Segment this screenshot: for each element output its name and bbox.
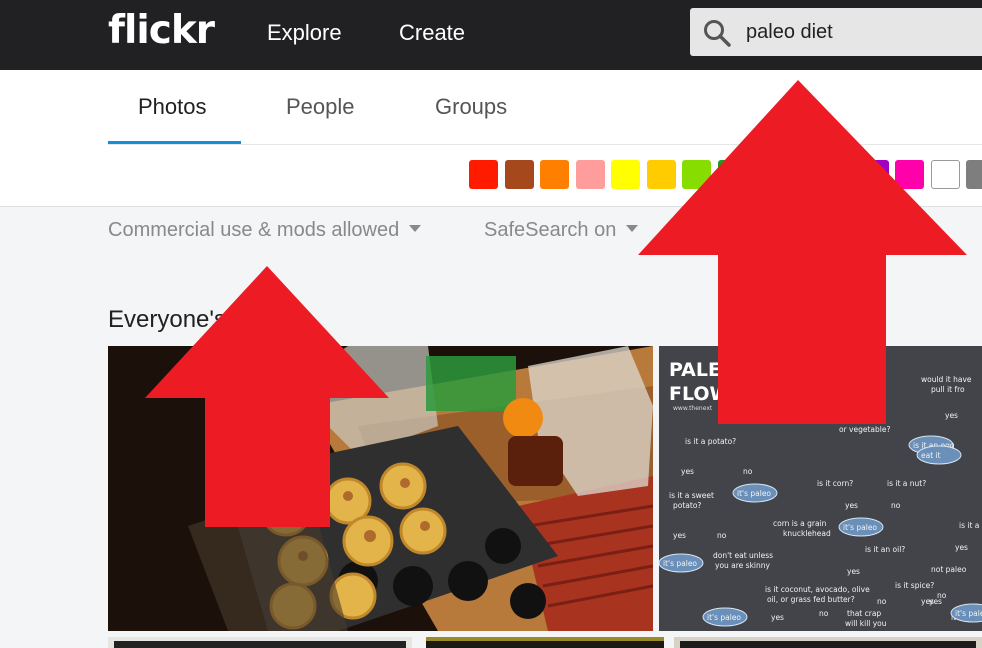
flowchart-node-5: no [743,467,753,476]
flowchart-node-38: will kill you [845,619,887,628]
tab-people[interactable]: People [286,94,355,120]
safesearch-dropdown[interactable]: SafeSearch on [484,219,639,242]
flowchart-node-2: or vegetable? [839,425,890,434]
flowchart-node-24: it's paleo [663,559,697,568]
flowchart-node-31: is it spice? [895,581,934,590]
flowchart-node-19: yes [673,531,686,540]
license-filter-label: Commercial use & mods allowed [108,219,400,241]
red-arrow-right [638,80,967,424]
color-swatch-14[interactable] [966,160,982,189]
nav-explore[interactable]: Explore [267,20,342,46]
flowchart-node-14: no [891,501,901,510]
color-swatch-0[interactable] [469,160,498,189]
flowchart-node-3: is it a potato? [685,437,736,446]
tab-photos[interactable]: Photos [138,94,207,120]
color-swatch-4[interactable] [611,160,640,189]
photo-tile-row2-3[interactable] [674,637,982,648]
photo-tile-row2-1[interactable] [108,637,412,648]
flowchart-node-29: is it coconut, avocado, olive [765,585,870,594]
flowchart-node-26: is it a pe [959,521,982,530]
flowchart-node-28: not paleo [931,565,967,574]
flowchart-node-40: yes [921,597,934,606]
flowchart-node-20: no [717,531,727,540]
flowchart-node-27: yes [955,543,968,552]
flowchart-node-15: yes [845,501,858,510]
flowchart-node-34: it's paleo [707,613,741,622]
flowchart-node-41: no [937,591,947,600]
flowchart-node-36: no [819,609,829,618]
search-input[interactable] [744,16,978,48]
red-arrow-left [145,266,389,527]
flowchart-node-12: is it corn? [817,479,853,488]
flowchart-node-30: oil, or grass fed butter? [767,595,855,604]
caret-down-icon [409,225,422,232]
flowchart-node-7: eat it [921,451,941,460]
flowchart-node-42: it's paleo [955,609,982,618]
safesearch-label: SafeSearch on [484,219,617,241]
color-swatch-2[interactable] [540,160,569,189]
flowchart-node-37: that crap [847,609,881,618]
flowchart-node-35: yes [771,613,784,622]
search-icon[interactable] [702,18,732,48]
flowchart-node-25: yes [847,567,860,576]
photo-tile-row2-2[interactable] [426,637,664,648]
flowchart-node-13: is it a nut? [887,479,926,488]
flowchart-node-10: is it a sweet [669,491,714,500]
nav-create[interactable]: Create [399,20,465,46]
color-swatch-1[interactable] [504,160,534,189]
flowchart-node-11: potato? [673,501,701,510]
flowchart-node-32: no [877,597,887,606]
search-box[interactable] [690,8,982,56]
flowchart-node-23: is it an oil? [865,545,905,554]
flowchart-node-4: yes [681,467,694,476]
top-bar: flickr Explore Create [0,0,982,70]
caret-down-icon [626,225,639,232]
flowchart-node-16: corn is a grain [773,519,827,528]
flowchart-node-18: it's paleo [843,523,877,532]
tab-groups[interactable]: Groups [435,94,507,120]
flowchart-node-22: you are skinny [715,561,771,570]
license-filter-dropdown[interactable]: Commercial use & mods allowed [108,219,422,242]
color-swatch-3[interactable] [575,160,605,189]
active-tab-indicator [108,141,241,144]
flowchart-node-9: it's paleo [737,489,771,498]
flowchart-node-17: knucklehead [783,529,831,538]
flickr-logo[interactable]: flickr [108,8,215,53]
flowchart-node-21: don't eat unless [713,551,773,560]
